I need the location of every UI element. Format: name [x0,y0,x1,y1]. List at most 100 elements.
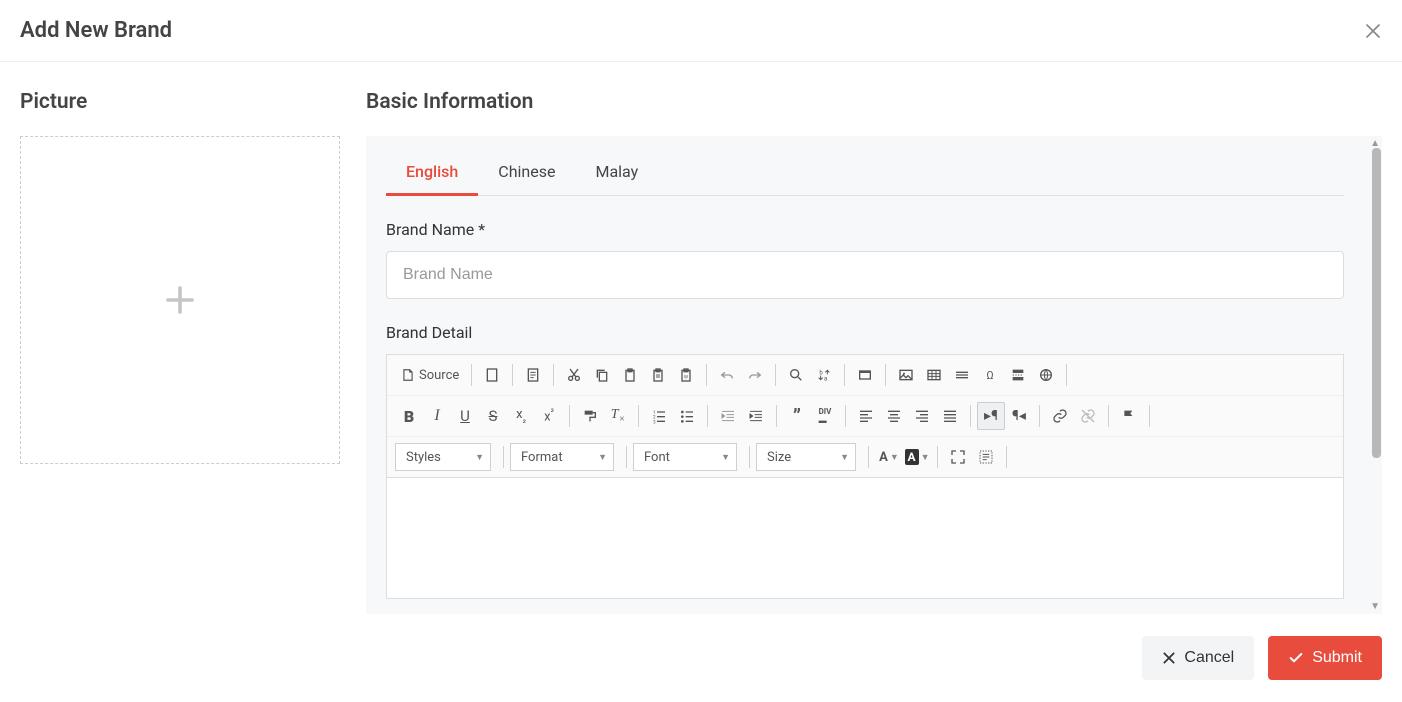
blockquote-button[interactable]: ” [783,402,811,430]
image-button[interactable] [892,361,920,389]
link-button[interactable] [1046,402,1074,430]
iframe-icon [857,367,873,383]
outdent-button[interactable] [714,402,742,430]
cancel-label: Cancel [1184,649,1234,667]
iframe-button[interactable] [851,361,879,389]
table-icon [926,367,942,383]
cancel-button[interactable]: Cancel [1142,636,1254,680]
div-button[interactable]: DIV▬ [811,402,839,430]
align-center-button[interactable] [880,402,908,430]
subscript-button[interactable]: x₂ [507,402,535,430]
ltr-icon: ▸¶ [984,408,998,424]
omega-icon: Ω [982,367,998,383]
submit-button[interactable]: Submit [1268,636,1382,680]
paint-roller-icon [582,408,598,424]
modal-header: Add New Brand [0,0,1402,62]
scroll-down-icon[interactable]: ▼ [1370,601,1380,612]
brand-name-input[interactable] [386,251,1344,299]
modal-body: Picture Basic Information ▲ ▼ English Ch… [0,62,1402,614]
align-justify-button[interactable] [936,402,964,430]
toolbar-separator [503,446,504,468]
paste-word-button[interactable]: W [672,361,700,389]
toolbar-separator [868,446,869,468]
underline-button[interactable]: U [451,402,479,430]
toolbar-separator [512,364,513,386]
remove-format-button[interactable]: T× [604,402,632,430]
unlink-button[interactable] [1074,402,1102,430]
subscript-icon: x₂ [516,407,526,425]
bold-button[interactable]: B [395,402,423,430]
cut-button[interactable] [560,361,588,389]
basic-info-panel: ▲ ▼ English Chinese Malay Brand Name * B… [366,136,1382,614]
bg-color-button[interactable]: A▼ [903,443,931,471]
undo-icon [719,367,735,383]
submit-label: Submit [1312,649,1362,667]
link-icon [1052,408,1068,424]
show-blocks-button[interactable] [972,443,1000,471]
embed-button[interactable] [1032,361,1060,389]
toolbar-separator [1066,364,1067,386]
chevron-down-icon: ▼ [475,452,484,463]
svg-text:b: b [820,369,824,376]
align-right-button[interactable] [908,402,936,430]
replace-button[interactable]: ba [810,361,838,389]
table-button[interactable] [920,361,948,389]
source-button[interactable]: Source [395,361,465,389]
outdent-icon [720,408,736,424]
special-char-button[interactable]: Ω [976,361,1004,389]
copy-format-button[interactable] [576,402,604,430]
format-select[interactable]: Format ▼ [510,443,614,471]
chevron-down-icon: ▼ [598,452,607,463]
paste-button[interactable] [616,361,644,389]
toolbar-row-3: Styles ▼ Format ▼ Font [387,436,1343,477]
text-color-button[interactable]: A▼ [875,443,903,471]
tab-malay[interactable]: Malay [575,154,658,196]
page-break-button[interactable] [1004,361,1032,389]
picture-upload-box[interactable] [20,136,340,464]
unlink-icon [1080,408,1096,424]
templates-button[interactable] [519,361,547,389]
tab-english[interactable]: English [386,154,478,196]
toolbar-separator [569,405,570,427]
strike-button[interactable]: S [479,402,507,430]
indent-button[interactable] [742,402,770,430]
globe-icon [1038,367,1054,383]
blockquote-icon: ” [793,410,801,422]
rtl-button[interactable]: ¶◂ [1005,402,1033,430]
toolbar-separator [707,405,708,427]
styles-select[interactable]: Styles ▼ [395,443,491,471]
editor-content-area[interactable] [387,478,1343,598]
anchor-button[interactable] [1115,402,1143,430]
paste-text-button[interactable] [644,361,672,389]
undo-button[interactable] [713,361,741,389]
strike-icon: S [489,407,498,425]
language-tabs: English Chinese Malay [386,154,1344,196]
brand-detail-label: Brand Detail [386,323,1344,342]
ltr-button[interactable]: ▸¶ [977,402,1005,430]
tab-chinese[interactable]: Chinese [478,154,575,196]
superscript-button[interactable]: x² [535,402,563,430]
font-select[interactable]: Font ▼ [633,443,737,471]
maximize-button[interactable] [944,443,972,471]
copy-button[interactable] [588,361,616,389]
numbered-list-button[interactable]: 123 [645,402,673,430]
new-page-button[interactable] [478,361,506,389]
hr-button[interactable] [948,361,976,389]
templates-icon [525,367,541,383]
toolbar-separator [1149,405,1150,427]
brand-name-label: Brand Name * [386,220,1344,239]
rich-text-editor: Source W [386,354,1344,599]
close-icon[interactable] [1364,22,1382,40]
align-right-icon [914,408,930,424]
cut-icon [566,367,582,383]
align-left-button[interactable] [852,402,880,430]
redo-button[interactable] [741,361,769,389]
bullet-list-button[interactable] [673,402,701,430]
italic-button[interactable]: I [423,402,451,430]
find-button[interactable] [782,361,810,389]
toolbar-separator [845,405,846,427]
scrollbar-thumb[interactable] [1372,148,1381,458]
toolbar-separator [844,364,845,386]
plus-icon [164,284,196,316]
size-select[interactable]: Size ▼ [756,443,856,471]
